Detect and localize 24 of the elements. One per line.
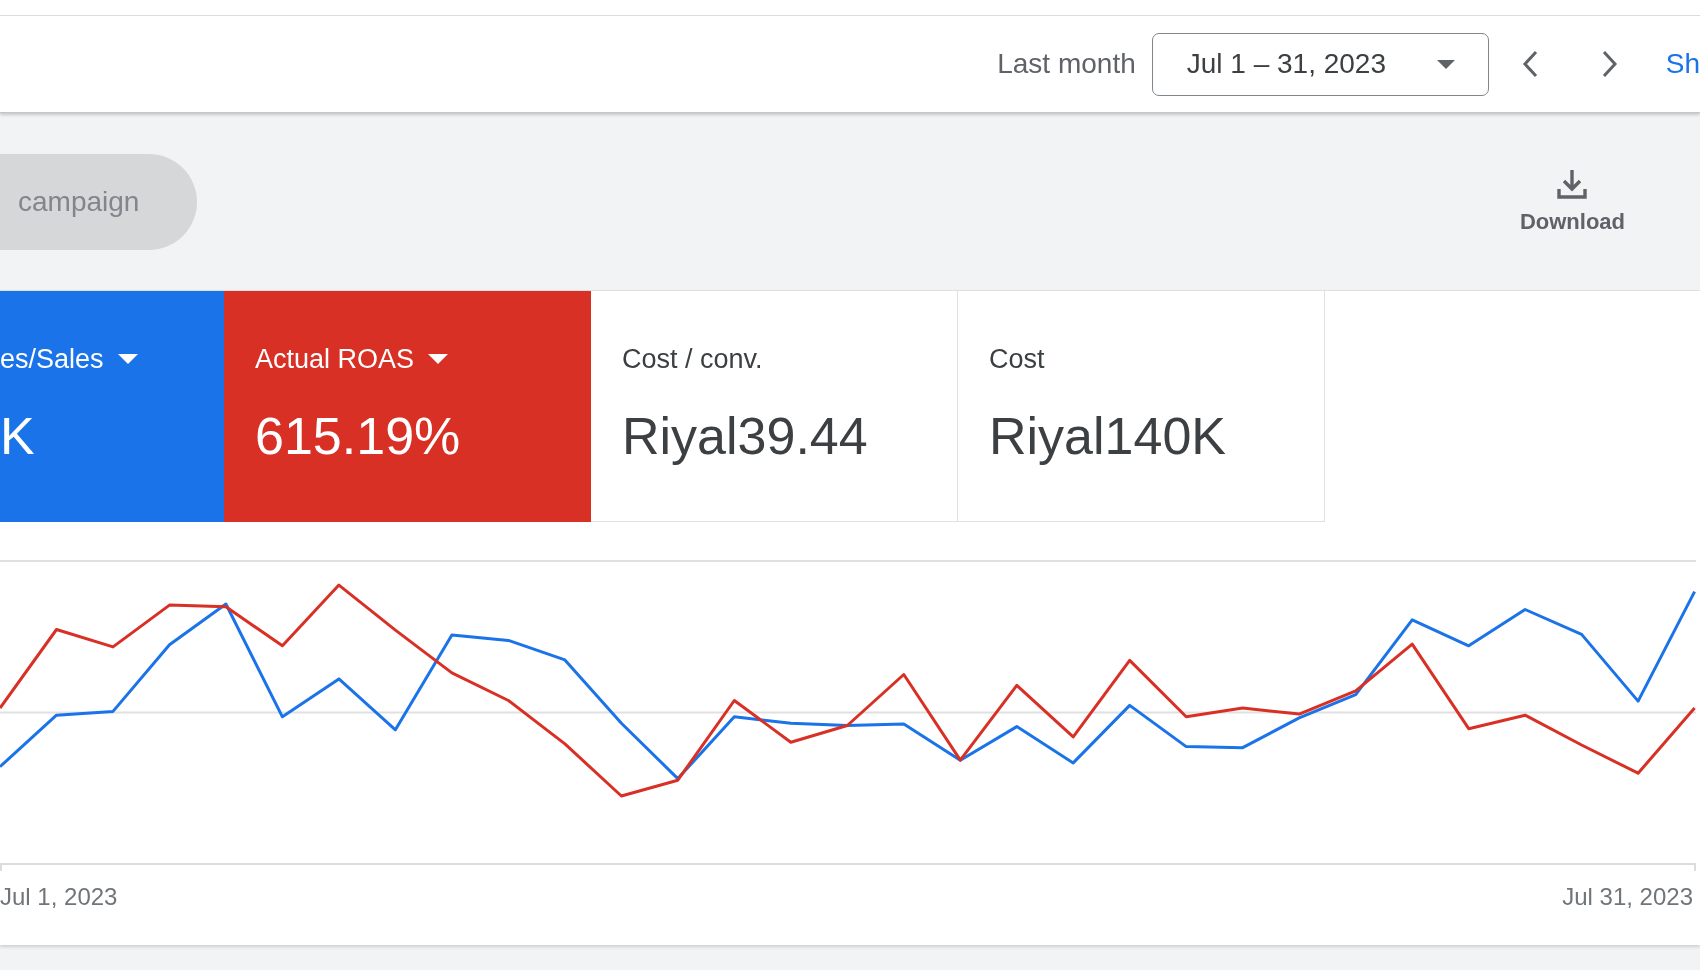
metric-value: Riyal140K (989, 406, 1228, 467)
caret-icon[interactable] (428, 354, 449, 364)
metric-card[interactable]: Actual ROAS 615.19% (224, 291, 591, 522)
metric-value: 615.19% (255, 406, 462, 467)
metric-card[interactable]: Cost / conv. Riyal39.44 (591, 291, 958, 522)
chevron-left-icon (1521, 50, 1538, 78)
metric-card[interactable]: Cost Riyal140K (958, 291, 1325, 522)
download-button[interactable]: Download (1519, 168, 1625, 235)
metric-title: Actual ROAS (255, 343, 415, 375)
date-range-dropdown[interactable]: Jul 1 – 31, 2023 (1151, 32, 1489, 96)
metric-card[interactable]: es/Sales K (0, 291, 224, 522)
axis-date-label: Jul 1, 2023 (0, 883, 118, 911)
metric-title: es/Sales (0, 343, 104, 375)
download-icon (1557, 168, 1588, 199)
chevron-right-icon (1601, 50, 1618, 78)
caret-icon (1436, 59, 1455, 69)
metric-value: Riyal39.44 (622, 406, 869, 467)
metric-value: K (0, 406, 36, 467)
axis-date-label: Jul 31, 2023 (1562, 883, 1693, 911)
metric-title: Cost (989, 343, 1045, 375)
toolbar-link[interactable]: Sh (1665, 48, 1700, 80)
caret-icon[interactable] (117, 354, 138, 364)
metric-title: Cost / conv. (622, 343, 763, 375)
date-preset-label: Last month (997, 48, 1136, 80)
